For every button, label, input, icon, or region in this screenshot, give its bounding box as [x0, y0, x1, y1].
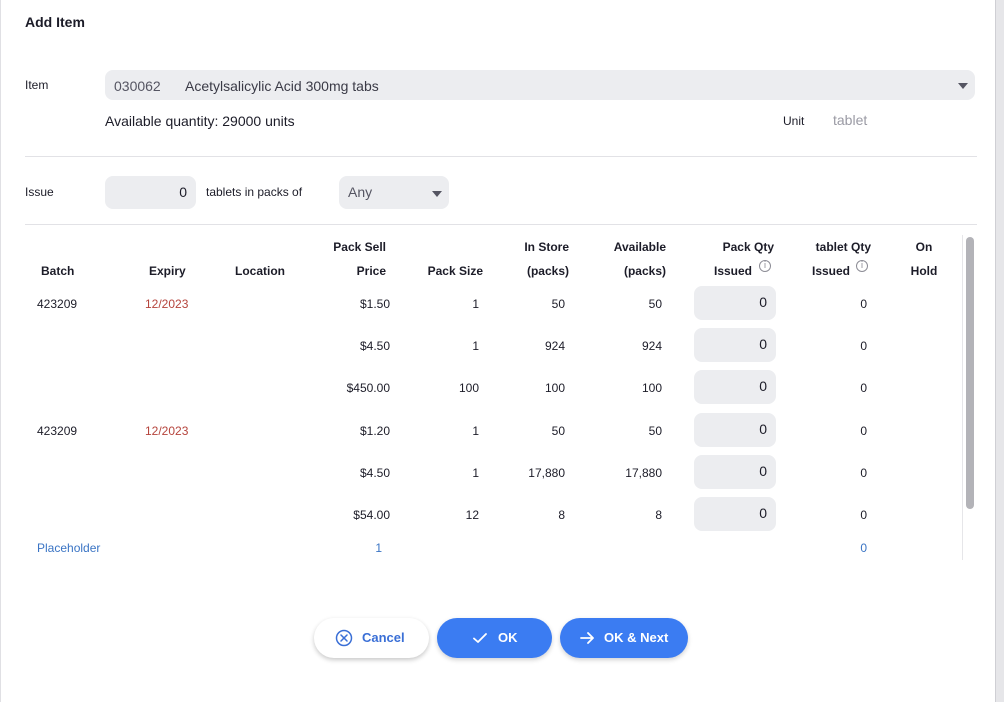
cell-unit-qty: 0	[860, 508, 867, 522]
available-quantity: Available quantity: 29000 units	[105, 113, 295, 129]
cell-pack-sell-price: $450.00	[346, 381, 390, 395]
cell-batch: 423209	[37, 297, 78, 311]
pack-qty-issued-input[interactable]: 0	[694, 328, 776, 362]
placeholder-pack-size: 1	[375, 541, 382, 555]
cell-expiry: 12/2023	[145, 424, 189, 438]
header-unit-qty-line1: tablet Qty	[815, 240, 871, 254]
issue-label: Issue	[25, 185, 54, 199]
arrow-right-icon	[580, 632, 594, 644]
cell-unit-qty: 0	[860, 339, 867, 353]
cell-available: 17,880	[625, 466, 662, 480]
cell-unit-qty: 0	[860, 381, 867, 395]
pack-qty-issued-value: 0	[759, 505, 767, 521]
cancel-label: Cancel	[362, 630, 405, 645]
window-right-edge	[995, 0, 1004, 702]
cell-in-store: 50	[551, 424, 565, 438]
pack-qty-issued-value: 0	[759, 294, 767, 310]
header-available-line2[interactable]: (packs)	[586, 264, 666, 278]
cell-in-store: 17,880	[528, 466, 565, 480]
cell-pack-sell-price: $4.50	[359, 466, 390, 480]
issue-quantity-input[interactable]: 0	[105, 176, 196, 209]
item-code: 030062	[114, 78, 161, 94]
unit-label: Unit	[783, 114, 805, 128]
header-unit-qty-line2: Issued	[812, 264, 851, 278]
cell-available: 8	[655, 508, 662, 522]
pack-qty-issued-input[interactable]: 0	[694, 413, 776, 447]
pack-qty-issued-value: 0	[759, 463, 767, 479]
header-pack-sell-line2[interactable]: Price	[316, 264, 386, 278]
placeholder-unit-qty: 0	[860, 541, 867, 555]
chevron-down-icon[interactable]	[958, 83, 968, 89]
header-in-store-line2[interactable]: (packs)	[489, 264, 569, 278]
ok-next-label: OK & Next	[604, 630, 669, 645]
cell-available: 100	[641, 381, 662, 395]
dialog-left-edge	[0, 0, 1, 702]
ok-label: OK	[498, 630, 518, 645]
cell-unit-qty: 0	[860, 466, 867, 480]
table-scrollbar-thumb[interactable]	[966, 237, 974, 509]
header-location[interactable]: Location	[235, 264, 285, 278]
ok-next-button[interactable]: OK & Next	[560, 618, 688, 658]
header-batch[interactable]: Batch	[41, 264, 74, 278]
cell-pack-sell-price: $54.00	[353, 508, 390, 522]
cell-expiry: 12/2023	[145, 297, 189, 311]
cell-pack-size: 1	[472, 424, 479, 438]
chevron-down-icon[interactable]	[432, 191, 442, 197]
pack-qty-issued-value: 0	[759, 421, 767, 437]
cell-pack-size: 1	[472, 297, 479, 311]
cell-pack-size: 1	[472, 466, 479, 480]
header-available-line1[interactable]: Available	[586, 240, 666, 254]
cell-in-store: 8	[558, 508, 565, 522]
info-icon[interactable]: i	[856, 260, 868, 272]
divider	[25, 224, 977, 225]
dialog-title: Add Item	[25, 14, 85, 30]
ok-button[interactable]: OK	[437, 618, 552, 658]
cell-pack-sell-price: $1.20	[359, 424, 390, 438]
cell-pack-size: 1	[472, 339, 479, 353]
pack-size-select[interactable]: Any	[339, 176, 449, 209]
header-pack-qty-line1: Pack Qty	[722, 240, 774, 254]
cell-pack-size: 12	[465, 508, 479, 522]
cell-pack-sell-price: $4.50	[359, 339, 390, 353]
header-pack-qty-line2: Issued	[714, 264, 753, 278]
cell-pack-size: 100	[458, 381, 479, 395]
header-on-hold-line2: Hold	[910, 264, 938, 278]
cancel-button[interactable]: Cancel	[314, 618, 429, 658]
item-label: Item	[25, 78, 49, 92]
pack-qty-issued-input[interactable]: 0	[694, 286, 776, 320]
pack-size-selected: Any	[348, 184, 373, 200]
cell-available: 924	[641, 339, 662, 353]
header-expiry[interactable]: Expiry	[149, 264, 186, 278]
check-icon	[473, 633, 487, 643]
pack-qty-issued-input[interactable]: 0	[694, 370, 776, 404]
cell-batch: 423209	[37, 424, 78, 438]
cell-available: 50	[648, 424, 662, 438]
header-on-hold-line1: On	[915, 240, 933, 254]
header-pack-size[interactable]: Pack Size	[403, 264, 483, 278]
header-pack-sell-line1[interactable]: Pack Sell	[316, 240, 386, 254]
cell-pack-sell-price: $1.50	[359, 297, 390, 311]
issue-unit-text: tablets in packs of	[206, 185, 303, 199]
pack-qty-issued-value: 0	[759, 378, 767, 394]
placeholder-batch: Placeholder	[37, 541, 101, 555]
info-icon[interactable]: i	[759, 260, 771, 272]
cell-in-store: 924	[544, 339, 565, 353]
cell-unit-qty: 0	[860, 424, 867, 438]
item-name: Acetylsalicylic Acid 300mg tabs	[185, 78, 379, 94]
pack-qty-issued-input[interactable]: 0	[694, 497, 776, 531]
item-select[interactable]: 030062 Acetylsalicylic Acid 300mg tabs	[105, 70, 975, 100]
cell-available: 50	[648, 297, 662, 311]
cell-in-store: 100	[544, 381, 565, 395]
header-in-store-line1[interactable]: In Store	[489, 240, 569, 254]
cell-in-store: 50	[551, 297, 565, 311]
pack-qty-issued-input[interactable]: 0	[694, 455, 776, 489]
issue-quantity-value: 0	[179, 184, 187, 200]
unit-value: tablet	[833, 112, 868, 128]
pack-qty-issued-value: 0	[759, 336, 767, 352]
x-circle-icon	[335, 629, 353, 647]
cell-unit-qty: 0	[860, 297, 867, 311]
divider	[25, 156, 977, 157]
